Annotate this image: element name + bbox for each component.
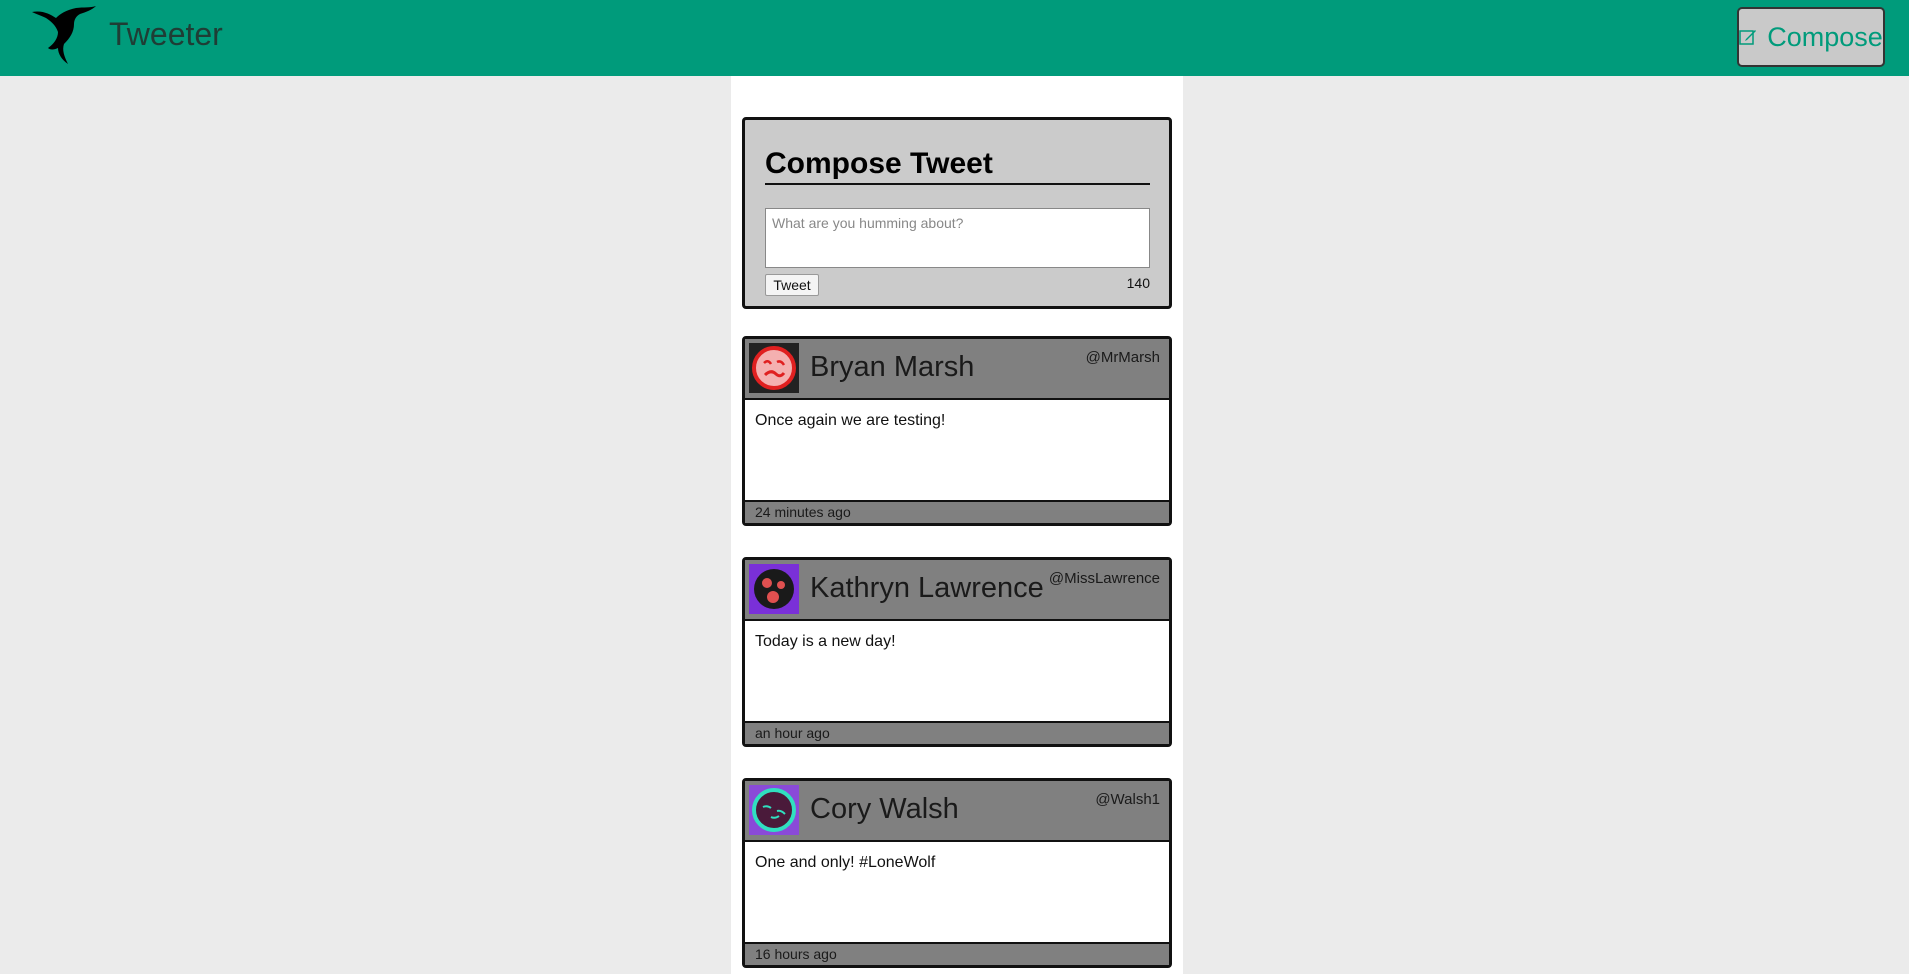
tweet-submit-button[interactable]: Tweet — [765, 274, 819, 296]
tweet-author-name: Bryan Marsh — [810, 351, 975, 383]
hummingbird-logo-icon[interactable] — [30, 4, 100, 66]
tweet-author-handle: @MrMarsh — [1085, 349, 1160, 366]
tweet-card: Cory Walsh @Walsh1 One and only! #LoneWo… — [742, 778, 1172, 968]
tweet-author-handle: @MissLawrence — [1048, 570, 1160, 587]
tweet-timestamp: 16 hours ago — [745, 942, 1169, 965]
top-navbar: Tweeter Compose — [0, 0, 1909, 76]
tweet-timestamp: 24 minutes ago — [745, 500, 1169, 523]
tweet-text: Today is a new day! — [755, 633, 896, 650]
compose-tweet-panel: Compose Tweet Tweet 140 — [742, 117, 1172, 309]
tweet-author-name: Kathryn Lawrence — [810, 572, 1044, 604]
tweet-card: Kathryn Lawrence @MissLawrence Today is … — [742, 557, 1172, 747]
purple-face-avatar-icon — [749, 564, 799, 614]
brand-title[interactable]: Tweeter — [109, 16, 223, 53]
tweet-header: Cory Walsh @Walsh1 — [745, 781, 1169, 842]
teal-face-avatar-icon — [749, 785, 799, 835]
character-counter: 140 — [1126, 275, 1150, 291]
tweet-text-input[interactable] — [765, 208, 1150, 268]
compose-button[interactable]: Compose — [1737, 7, 1885, 67]
compose-button-label: Compose — [1767, 21, 1883, 52]
edit-icon — [1739, 30, 1757, 45]
tweet-author-name: Cory Walsh — [810, 793, 959, 825]
tweet-text: One and only! #LoneWolf — [755, 854, 936, 871]
tweet-text: Once again we are testing! — [755, 412, 946, 429]
red-face-avatar-icon — [749, 343, 799, 393]
tweet-timestamp: an hour ago — [745, 721, 1169, 744]
tweet-header: Bryan Marsh @MrMarsh — [745, 339, 1169, 400]
main-column: Compose Tweet Tweet 140 Bryan Marsh @MrM… — [731, 76, 1183, 974]
tweet-author-handle: @Walsh1 — [1095, 791, 1160, 808]
tweet-card: Bryan Marsh @MrMarsh Once again we are t… — [742, 336, 1172, 526]
tweet-header: Kathryn Lawrence @MissLawrence — [745, 560, 1169, 621]
compose-title: Compose Tweet — [765, 147, 1150, 185]
